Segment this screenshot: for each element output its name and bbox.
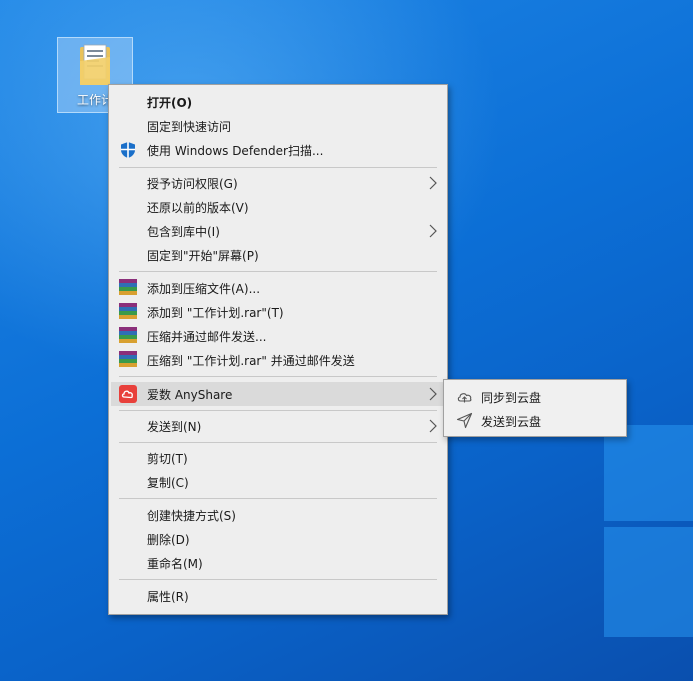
menu-item-give-access[interactable]: 授予访问权限(G) — [111, 171, 445, 195]
menu-item-pin-start[interactable]: 固定到"开始"屏幕(P) — [111, 243, 445, 267]
winrar-icon — [119, 351, 137, 369]
menu-item-add-rar[interactable]: 添加到 "工作计划.rar"(T) — [111, 300, 445, 324]
windows-logo-pane — [604, 425, 693, 521]
chevron-right-icon — [429, 176, 437, 190]
submenu-item-sync-cloud[interactable]: 同步到云盘 — [446, 384, 624, 408]
menu-item-label: 复制(C) — [147, 475, 189, 490]
menu-item-label: 删除(D) — [147, 532, 190, 547]
send-arrow-icon — [456, 412, 473, 429]
winrar-icon — [119, 303, 137, 321]
menu-item-label: 添加到压缩文件(A)... — [147, 281, 261, 296]
menu-item-label: 创建快捷方式(S) — [147, 508, 236, 523]
menu-item-label: 压缩到 "工作计划.rar" 并通过邮件发送 — [147, 353, 355, 368]
menu-item-label: 包含到库中(I) — [147, 224, 220, 239]
menu-item-add-archive[interactable]: 添加到压缩文件(A)... — [111, 276, 445, 300]
menu-item-label: 属性(R) — [147, 589, 189, 604]
menu-separator — [119, 579, 437, 580]
menu-item-label: 还原以前的版本(V) — [147, 200, 249, 215]
submenu-item-label: 同步到云盘 — [481, 391, 542, 405]
context-menu: 打开(O) 固定到快速访问 使用 Windows Defender扫描... 授… — [108, 84, 448, 615]
menu-item-rename[interactable]: 重命名(M) — [111, 551, 445, 575]
menu-separator — [119, 167, 437, 168]
menu-item-label: 剪切(T) — [147, 451, 188, 466]
winrar-icon — [119, 327, 137, 345]
menu-item-label: 爱数 AnyShare — [147, 387, 233, 402]
menu-item-label: 固定到"开始"屏幕(P) — [147, 248, 259, 263]
menu-item-compress-rar-email[interactable]: 压缩到 "工作计划.rar" 并通过邮件发送 — [111, 348, 445, 372]
winrar-icon — [119, 279, 137, 297]
windows-logo-pane — [604, 527, 693, 637]
cloud-upload-icon — [457, 393, 472, 403]
menu-separator — [119, 498, 437, 499]
menu-item-delete[interactable]: 删除(D) — [111, 527, 445, 551]
menu-item-label: 固定到快速访问 — [147, 119, 232, 134]
menu-item-copy[interactable]: 复制(C) — [111, 470, 445, 494]
menu-item-label: 发送到(N) — [147, 419, 202, 434]
menu-item-label: 打开(O) — [147, 95, 193, 110]
menu-separator — [119, 271, 437, 272]
menu-item-label: 压缩并通过邮件发送... — [147, 329, 267, 344]
menu-item-label: 授予访问权限(G) — [147, 176, 238, 191]
submenu-item-label: 发送到云盘 — [481, 415, 542, 429]
chevron-right-icon — [429, 224, 437, 238]
chevron-right-icon — [429, 419, 437, 433]
anyshare-icon — [119, 385, 137, 403]
menu-item-include-library[interactable]: 包含到库中(I) — [111, 219, 445, 243]
anyshare-submenu: 同步到云盘 发送到云盘 — [443, 379, 627, 437]
menu-item-anyshare[interactable]: 爱数 AnyShare — [111, 382, 445, 406]
folder-icon — [80, 44, 110, 85]
chevron-right-icon — [429, 387, 437, 401]
menu-item-label: 重命名(M) — [147, 556, 203, 571]
menu-item-open[interactable]: 打开(O) — [111, 90, 445, 114]
menu-item-send-to[interactable]: 发送到(N) — [111, 414, 445, 438]
menu-item-restore-versions[interactable]: 还原以前的版本(V) — [111, 195, 445, 219]
menu-item-create-shortcut[interactable]: 创建快捷方式(S) — [111, 503, 445, 527]
menu-separator — [119, 442, 437, 443]
menu-item-compress-email[interactable]: 压缩并通过邮件发送... — [111, 324, 445, 348]
menu-separator — [119, 410, 437, 411]
menu-item-pin-quick-access[interactable]: 固定到快速访问 — [111, 114, 445, 138]
menu-separator — [119, 376, 437, 377]
defender-shield-icon — [121, 142, 135, 158]
menu-item-label: 添加到 "工作计划.rar"(T) — [147, 305, 284, 320]
menu-item-properties[interactable]: 属性(R) — [111, 584, 445, 608]
submenu-item-send-cloud[interactable]: 发送到云盘 — [446, 408, 624, 432]
menu-item-label: 使用 Windows Defender扫描... — [147, 143, 324, 158]
menu-item-cut[interactable]: 剪切(T) — [111, 446, 445, 470]
menu-item-defender-scan[interactable]: 使用 Windows Defender扫描... — [111, 138, 445, 162]
